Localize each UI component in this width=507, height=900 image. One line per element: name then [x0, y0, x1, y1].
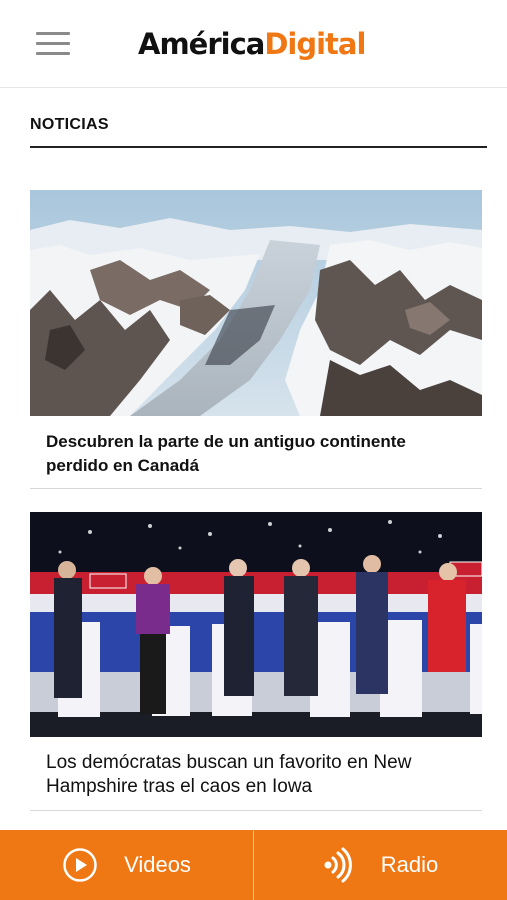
radio-tab-label: Radio [380, 852, 439, 877]
article-image-debate-stage[interactable] [30, 512, 482, 737]
app-header: AméricaDigital [0, 0, 507, 88]
play-circle-icon [63, 848, 97, 882]
site-logo[interactable]: AméricaDigital [138, 22, 366, 66]
radio-tab-button[interactable]: Radio [253, 830, 507, 900]
article-card[interactable]: Los demócratas buscan un favorito en New… [30, 512, 482, 811]
logo-text-america: América [138, 27, 265, 61]
article-divider [30, 488, 482, 489]
section-divider [30, 146, 487, 148]
radio-waves-icon [324, 847, 352, 883]
article-card[interactable]: Descubren la parte de un antiguo contine… [30, 190, 482, 489]
logo-text-digital: Digital [264, 27, 366, 61]
videos-tab-button[interactable]: Videos [0, 830, 253, 900]
article-headline[interactable]: Descubren la parte de un antiguo contine… [30, 430, 482, 478]
article-image-arctic-fjord[interactable] [30, 190, 482, 416]
article-headline[interactable]: Los demócratas buscan un favorito en New… [30, 751, 482, 799]
article-divider [30, 810, 482, 811]
bottom-navigation: Videos Radio [0, 830, 507, 900]
section-title: NOTICIAS [30, 116, 109, 133]
videos-tab-label: Videos [124, 852, 191, 877]
hamburger-menu-icon[interactable] [36, 30, 70, 56]
